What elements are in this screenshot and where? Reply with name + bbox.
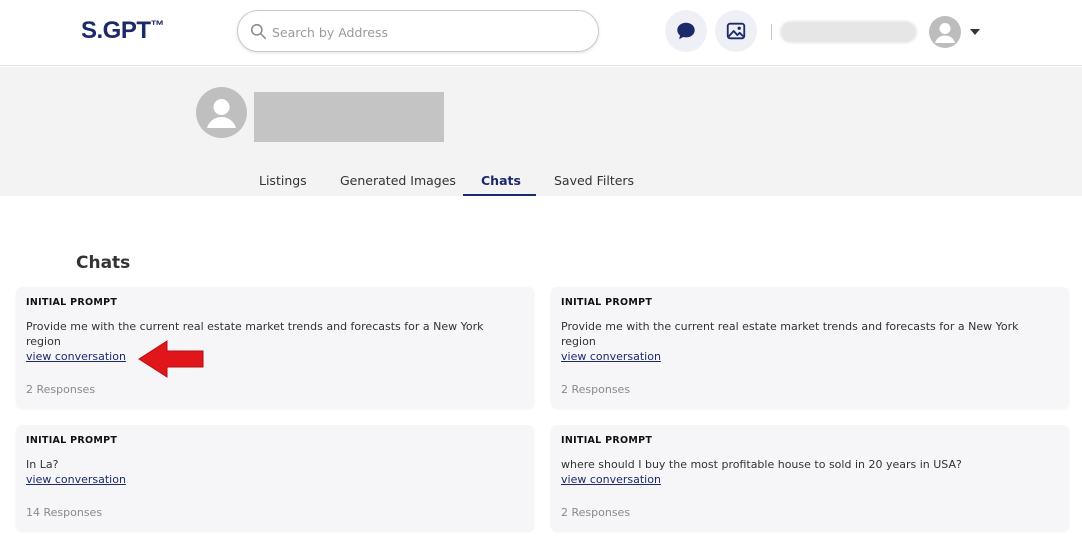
tab-saved-filters[interactable]: Saved Filters <box>554 173 634 188</box>
prompt-text: Provide me with the current real estate … <box>26 320 484 348</box>
search-box[interactable] <box>237 10 599 52</box>
responses-count: 2 Responses <box>26 383 96 396</box>
view-conversation-link[interactable]: view conversation <box>561 350 661 363</box>
chat-card: INITIAL PROMPT Provide me with the curre… <box>16 287 534 408</box>
prompt-text: Provide me with the current real estate … <box>561 320 1019 348</box>
prompt-text: where should I buy the most profitable h… <box>561 458 962 471</box>
profile-header: Listings Generated Images Chats Saved Fi… <box>0 67 1082 196</box>
card-prompt: Provide me with the current real estate … <box>26 319 516 364</box>
view-conversation-link[interactable]: view conversation <box>561 473 661 486</box>
logo-text: S.GPT <box>81 17 151 44</box>
card-prompt: where should I buy the most profitable h… <box>561 457 1051 487</box>
logo[interactable]: S.GPT™ <box>81 17 164 45</box>
card-prompt: In La? view conversation <box>26 457 516 487</box>
chevron-down-icon[interactable] <box>970 29 980 35</box>
view-conversation-link[interactable]: view conversation <box>26 350 126 363</box>
chat-card: INITIAL PROMPT where should I buy the mo… <box>551 425 1069 531</box>
chat-bubble-icon <box>677 22 695 40</box>
view-conversation-link[interactable]: view conversation <box>26 473 126 486</box>
card-label: INITIAL PROMPT <box>26 297 118 308</box>
profile-name-redacted <box>254 92 444 142</box>
header-divider <box>771 24 772 40</box>
card-prompt: Provide me with the current real estate … <box>561 319 1051 364</box>
arrow-left-icon <box>138 340 204 378</box>
user-avatar-icon[interactable] <box>929 16 961 48</box>
card-label: INITIAL PROMPT <box>561 435 653 446</box>
person-icon <box>207 99 236 128</box>
person-icon <box>935 23 955 43</box>
card-label: INITIAL PROMPT <box>26 435 118 446</box>
search-input[interactable] <box>270 20 574 44</box>
trademark-mark: ™ <box>150 17 165 33</box>
chat-card: INITIAL PROMPT In La? view conversation … <box>16 425 534 531</box>
images-button[interactable] <box>715 10 757 52</box>
tab-chats[interactable]: Chats <box>481 173 521 188</box>
tab-generated-images[interactable]: Generated Images <box>340 173 456 188</box>
profile-avatar <box>196 87 247 138</box>
username-redacted <box>780 21 917 43</box>
responses-count: 2 Responses <box>561 506 631 519</box>
chat-button[interactable] <box>665 10 707 52</box>
responses-count: 14 Responses <box>26 506 103 519</box>
prompt-text: In La? <box>26 458 59 471</box>
active-tab-indicator <box>463 194 536 196</box>
card-label: INITIAL PROMPT <box>561 297 653 308</box>
tab-listings[interactable]: Listings <box>259 173 307 188</box>
image-icon <box>726 22 746 40</box>
responses-count: 2 Responses <box>561 383 631 396</box>
page-title: Chats <box>76 253 131 273</box>
search-icon <box>250 23 267 40</box>
top-bar: S.GPT™ <box>0 0 1082 66</box>
chat-card: INITIAL PROMPT Provide me with the curre… <box>551 287 1069 408</box>
